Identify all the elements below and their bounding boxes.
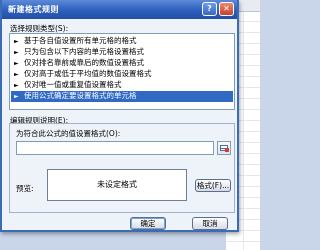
arrow-right-icon: ► (14, 71, 19, 78)
arrow-right-icon: ► (14, 38, 19, 45)
arrow-right-icon: ► (14, 60, 19, 67)
new-format-rule-dialog: 新建格式规则 ? ✕ 选择规则类型(S): ► 基于各自值设置所有单元格的格式 ►… (0, 0, 239, 232)
close-button[interactable]: ✕ (219, 2, 234, 16)
rule-type-item-label: 仅对排名靠前或靠后的数值设置格式 (24, 58, 144, 67)
edit-rule-group: 为符合此公式的值设置格式(O): 预览: 未设定格式 格式(F)... (9, 123, 235, 213)
format-button[interactable]: 格式(F)... (195, 179, 231, 192)
rule-type-item-label: 仅对高于或低于平均值的数值设置格式 (24, 69, 152, 78)
range-select-marker-icon (225, 148, 229, 152)
rule-type-item[interactable]: ► 仅对高于或低于平均值的数值设置格式 (11, 69, 233, 80)
arrow-right-icon: ► (14, 49, 19, 56)
cell-reference-button[interactable] (217, 141, 231, 155)
rule-type-list[interactable]: ► 基于各自值设置所有单元格的格式 ► 只为包含以下内容的单元格设置格式 ► 仅对排名… (9, 33, 235, 110)
rule-type-item[interactable]: ► 基于各自值设置所有单元格的格式 (11, 36, 233, 47)
rule-type-item[interactable]: ► 只为包含以下内容的单元格设置格式 (11, 47, 233, 58)
preview-label: 预览: (16, 184, 34, 193)
help-button[interactable]: ? (202, 2, 217, 16)
cancel-button[interactable]: 取消 (192, 217, 228, 230)
dialog-titlebar[interactable]: 新建格式规则 ? ✕ (2, 0, 237, 19)
rule-type-item-label: 仅对唯一值或重复值设置格式 (24, 80, 122, 89)
formula-input[interactable] (16, 141, 214, 155)
rule-type-item-label: 只为包含以下内容的单元格设置格式 (24, 47, 144, 56)
dialog-title: 新建格式规则 (8, 5, 59, 14)
formula-label: 为符合此公式的值设置格式(O): (16, 129, 121, 138)
arrow-right-icon: ► (14, 93, 19, 100)
ok-button[interactable]: 确定 (130, 217, 166, 230)
format-preview: 未设定格式 (47, 169, 187, 201)
arrow-right-icon: ► (14, 82, 19, 89)
rule-type-item-label: 基于各自值设置所有单元格的格式 (24, 36, 137, 45)
rule-type-item-label: 使用公式确定要设置格式的单元格 (24, 91, 137, 100)
rule-type-item[interactable]: ► 仅对唯一值或重复值设置格式 (11, 80, 233, 91)
rule-type-item-selected[interactable]: ► 使用公式确定要设置格式的单元格 (11, 91, 233, 102)
rule-type-item[interactable]: ► 仅对排名靠前或靠后的数值设置格式 (11, 58, 233, 69)
